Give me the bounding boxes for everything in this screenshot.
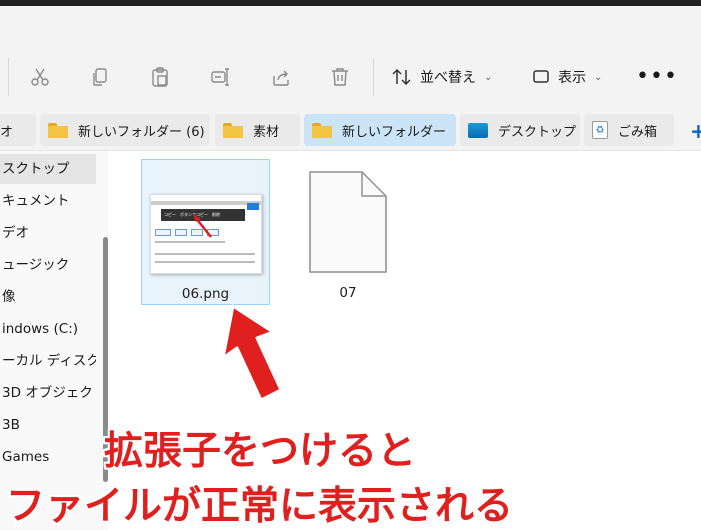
nav-item-pictures[interactable]: 像: [0, 282, 96, 312]
paste-button[interactable]: [145, 62, 175, 92]
tab-recycle-bin[interactable]: ♻ ごみ箱: [584, 114, 674, 146]
tab-desktop[interactable]: デスクトップ: [460, 114, 580, 146]
folder-icon: [312, 122, 332, 138]
new-tab-button[interactable]: +: [690, 121, 701, 141]
tab-label: 素材: [253, 124, 280, 140]
folder-icon: [48, 122, 68, 138]
nav-item-games[interactable]: Games: [0, 442, 96, 472]
rename-icon: [211, 68, 229, 86]
desktop-icon: [468, 122, 488, 138]
file-name: 06.png: [181, 286, 230, 302]
chevron-down-icon: ⌄: [484, 71, 493, 83]
tab-label: オ: [0, 124, 14, 140]
copy-button[interactable]: [85, 62, 115, 92]
nav-item-documents[interactable]: キュメント: [0, 186, 96, 216]
navigation-pane: スクトップ キュメント デオ ュージック 像 indows (C:) ーカル デ…: [0, 151, 108, 530]
sort-icon: [392, 68, 411, 86]
tab-sozai[interactable]: 素材: [215, 114, 300, 146]
rename-button[interactable]: [205, 62, 235, 92]
nav-item-local-disk-d[interactable]: ーカル ディスク (D: [0, 346, 96, 376]
nav-item-desktop[interactable]: スクトップ: [0, 154, 96, 184]
sort-button[interactable]: 並べ替え ⌄: [392, 62, 492, 92]
file-list: コピー ボタンでコピー 削除 06.png 07: [108, 151, 701, 530]
chevron-down-icon: ⌄: [594, 71, 603, 83]
nav-item-windows-c[interactable]: indows (C:): [0, 314, 96, 344]
command-bar: 並べ替え ⌄ 表示 ⌄ •••: [0, 6, 701, 109]
tab-label: 新しいフォルダー: [342, 124, 447, 140]
tab-label: 新しいフォルダー (6): [78, 124, 205, 140]
copy-icon: [93, 68, 107, 86]
share-button[interactable]: [266, 62, 296, 92]
paste-icon: [152, 67, 168, 87]
file-item-07[interactable]: 07: [278, 159, 418, 305]
view-button[interactable]: 表示 ⌄: [532, 62, 602, 92]
cut-icon: [31, 68, 49, 86]
file-item-06-png[interactable]: コピー ボタンでコピー 削除 06.png: [141, 159, 270, 305]
tab-label: デスクトップ: [498, 124, 577, 140]
sort-label: 並べ替え: [420, 70, 476, 86]
tab-new-folder[interactable]: 新しいフォルダー: [304, 114, 456, 146]
cut-button[interactable]: [25, 62, 55, 92]
toolbar-separator: [373, 58, 374, 96]
tab-partial[interactable]: オ: [0, 114, 36, 146]
delete-icon: [332, 68, 348, 86]
image-thumbnail: コピー ボタンでコピー 削除: [150, 194, 262, 274]
thumbnail-arrow-icon: [193, 214, 212, 238]
tab-bar: オ 新しいフォルダー (6) 素材 新しいフォルダー デスクトップ ♻ ごみ箱 …: [0, 109, 701, 151]
more-options-button[interactable]: •••: [636, 62, 678, 92]
toolbar-separator: [8, 58, 9, 96]
recycle-bin-icon: ♻: [592, 121, 608, 139]
view-icon: [533, 70, 549, 83]
file-name: 07: [339, 285, 357, 301]
delete-button[interactable]: [325, 62, 355, 92]
nav-item-3b[interactable]: 3B: [0, 410, 96, 440]
nav-item-music[interactable]: ュージック: [0, 250, 96, 280]
nav-item-3d-objects[interactable]: 3D オブジェクト: [0, 378, 96, 408]
folder-icon: [223, 122, 243, 138]
share-icon: [273, 70, 289, 86]
tab-label: ごみ箱: [618, 124, 658, 140]
view-label: 表示: [558, 70, 586, 86]
document-icon: [309, 171, 387, 273]
tab-new-folder-6[interactable]: 新しいフォルダー (6): [40, 114, 210, 146]
nav-item-videos[interactable]: デオ: [0, 218, 96, 248]
